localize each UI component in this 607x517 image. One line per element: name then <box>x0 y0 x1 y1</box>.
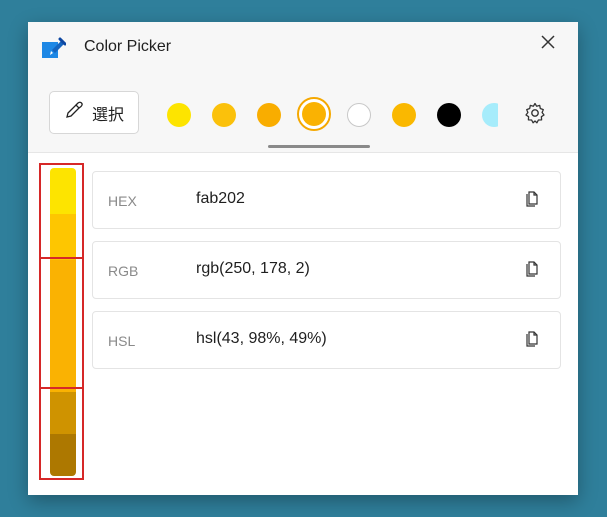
settings-button[interactable] <box>520 100 550 130</box>
close-icon[interactable] <box>540 34 556 55</box>
shade-marker-top <box>39 163 84 259</box>
header: Color Picker 選択 <box>28 22 578 153</box>
hex-value: fab202 <box>196 190 245 207</box>
rgb-row: RGB rgb(250, 178, 2) <box>92 241 561 299</box>
shade-marker-middle <box>39 257 84 389</box>
copy-hsl-button[interactable] <box>521 328 545 352</box>
swatch-list <box>28 22 498 152</box>
copy-icon[interactable] <box>524 259 542 282</box>
hsl-row: HSL hsl(43, 98%, 49%) <box>92 311 561 369</box>
hsl-label: HSL <box>108 333 136 349</box>
hsl-value: hsl(43, 98%, 49%) <box>196 330 327 347</box>
swatch[interactable] <box>392 103 416 127</box>
close-button[interactable] <box>534 30 562 58</box>
copy-hex-button[interactable] <box>521 188 545 212</box>
swatch[interactable] <box>257 103 281 127</box>
swatch-selected[interactable] <box>297 97 331 131</box>
copy-icon[interactable] <box>524 329 542 352</box>
rgb-label: RGB <box>108 263 139 279</box>
hex-label: HEX <box>108 193 137 209</box>
color-picker-window: Color Picker 選択 HEX fab202 RGB rgb(250, … <box>28 22 578 495</box>
swatch[interactable] <box>482 103 498 127</box>
swatch[interactable] <box>212 103 236 127</box>
swatch-selected-fill <box>302 102 326 126</box>
copy-icon[interactable] <box>524 189 542 212</box>
shade-marker-bottom <box>39 387 84 480</box>
hex-row: HEX fab202 <box>92 171 561 229</box>
gear-icon[interactable] <box>523 101 547 130</box>
rgb-value: rgb(250, 178, 2) <box>196 260 310 277</box>
copy-rgb-button[interactable] <box>521 258 545 282</box>
swatch[interactable] <box>347 103 371 127</box>
swatch-scroll-indicator[interactable] <box>268 145 370 148</box>
swatch[interactable] <box>437 103 461 127</box>
swatch[interactable] <box>167 103 191 127</box>
